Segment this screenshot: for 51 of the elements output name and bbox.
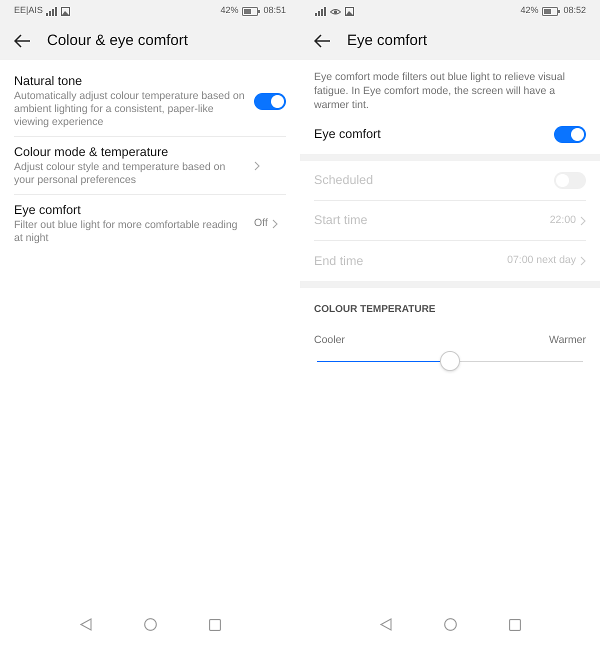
- slider-max-label: Warmer: [549, 333, 586, 348]
- nav-recents-icon[interactable]: [208, 618, 220, 630]
- nav-home-icon[interactable]: [144, 618, 156, 631]
- settings-row[interactable]: Natural tone Automatically adjust colour temperature based on ambient lighting for a consistent, paper-like viewing experience: [14, 66, 286, 137]
- nav-home-icon[interactable]: [444, 618, 456, 631]
- chevron-right-icon: [580, 256, 586, 266]
- row-value: Off: [254, 216, 268, 231]
- row-value: 22:00: [550, 212, 576, 228]
- clock: 08:52: [563, 4, 586, 18]
- section-heading: COLOUR TEMPERATURE: [314, 303, 436, 317]
- row-title: Eye comfort: [314, 126, 382, 142]
- carrier-text: EE|AIS: [14, 4, 43, 18]
- description-text: Eye comfort mode filters out blue light to relieve visual fatigue. In Eye comfort mode, the screen will have a warmer tint.: [313, 70, 566, 112]
- row-subtitle: Filter out blue light for more comfortable reading at night: [14, 219, 239, 245]
- nav-back-icon[interactable]: [380, 618, 392, 631]
- page-title: Colour & eye comfort: [47, 30, 188, 51]
- image-icon: [60, 6, 70, 16]
- chevron-right-icon: [272, 218, 278, 228]
- eye-icon: [330, 6, 341, 16]
- slider-thumb[interactable]: [440, 350, 460, 371]
- chevron-right-icon: [580, 216, 586, 226]
- signal-icon: [314, 6, 326, 16]
- toggle-switch[interactable]: [254, 92, 286, 110]
- battery-icon: [242, 6, 260, 16]
- slider[interactable]: [314, 350, 586, 372]
- nav-back-icon[interactable]: [80, 618, 92, 631]
- row-title: Natural tone: [14, 73, 84, 90]
- row-title: Scheduled: [314, 172, 374, 189]
- signal-icon: [44, 6, 57, 16]
- row-title: Colour mode & temperature: [14, 144, 170, 161]
- image-icon: [345, 6, 354, 16]
- row-title: Start time: [314, 212, 368, 229]
- nav-recents-icon[interactable]: [508, 618, 520, 630]
- settings-row[interactable]: Eye comfort Filter out blue light for more comfortable reading at night Off: [14, 195, 286, 252]
- settings-row[interactable]: Colour mode & temperature Adjust colour style and temperature based on your personal preferences: [14, 137, 286, 195]
- battery-icon: [542, 6, 560, 16]
- row-title: End time: [314, 252, 364, 270]
- settings-row[interactable]: Eye comfort: [314, 114, 586, 154]
- row-subtitle: Automatically adjust colour temperature based on ambient lighting for a consistent, paper-like viewing experience: [14, 90, 246, 129]
- back-arrow-icon[interactable]: [314, 34, 331, 48]
- page-title: Eye comfort: [347, 30, 428, 51]
- toggle-switch[interactable]: [554, 126, 586, 142]
- slider-min-label: Cooler: [314, 333, 345, 348]
- battery-percent: 42%: [520, 4, 538, 18]
- clock: 08:51: [263, 4, 286, 18]
- row-value: 07:00 next day: [507, 253, 576, 268]
- battery-percent: 42%: [220, 4, 238, 18]
- row-subtitle: Adjust colour style and temperature based on your personal preferences: [14, 161, 226, 187]
- chevron-right-icon: [254, 160, 260, 170]
- row-title: Eye comfort: [14, 202, 82, 219]
- back-arrow-icon[interactable]: [14, 34, 31, 48]
